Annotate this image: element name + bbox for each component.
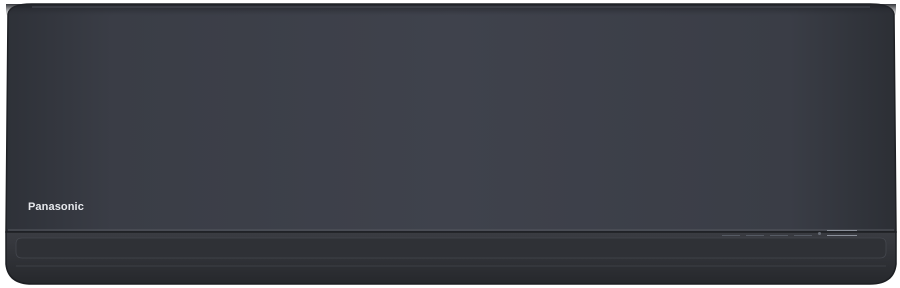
air-conditioner-unit (2, 2, 900, 286)
indicator-lamp-4-icon (794, 231, 812, 236)
brand-logo: Panasonic (28, 201, 84, 213)
unit-body-svg (5, 3, 897, 285)
indicator-lamp-3-icon (770, 231, 788, 236)
nanoe-badge-icon (827, 230, 857, 236)
indicator-lamp-1-icon (722, 231, 740, 236)
sensor-icon (818, 231, 821, 235)
indicator-panel (722, 228, 872, 238)
product-photo: Panasonic (0, 0, 900, 288)
indicator-lamp-2-icon (746, 231, 764, 236)
